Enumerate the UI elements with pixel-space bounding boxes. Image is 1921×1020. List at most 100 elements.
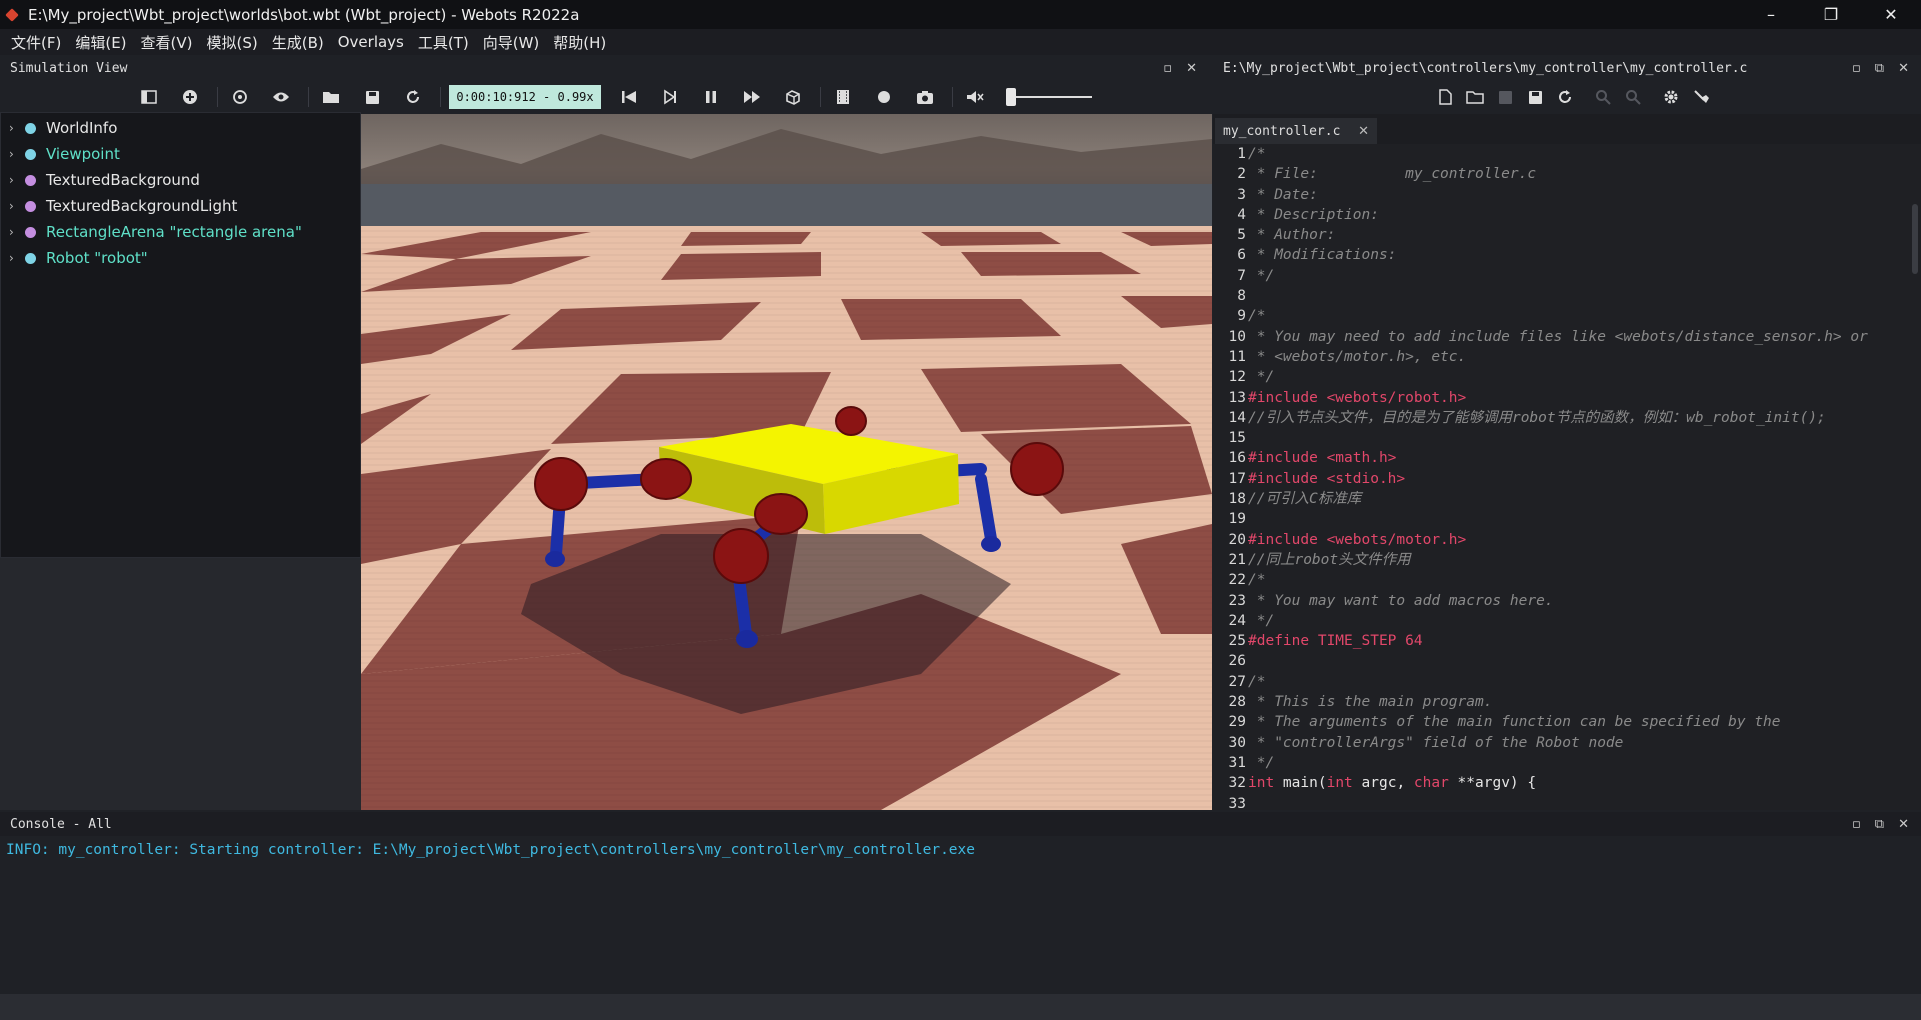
line-number: 23: [1228, 592, 1246, 609]
find-icon[interactable]: [1591, 85, 1615, 109]
window-title: E:\My_project\Wbt_project\worlds\bot.wbt…: [28, 5, 580, 24]
eye-icon[interactable]: [267, 85, 295, 109]
expand-arrow-icon[interactable]: ›: [9, 121, 25, 135]
render-toggle-icon[interactable]: [779, 85, 807, 109]
close-window-button[interactable]: ✕: [1861, 0, 1921, 29]
code-token: #include <math.h>: [1248, 450, 1397, 467]
expand-arrow-icon[interactable]: ›: [9, 251, 25, 265]
scene-tree: › WorldInfo › Viewpoint › TexturedBackgr…: [0, 112, 361, 558]
code-line: 19: [1213, 509, 1909, 529]
tree-item-worldinfo[interactable]: › WorldInfo: [1, 115, 360, 141]
record-icon[interactable]: [870, 85, 898, 109]
line-number: 28: [1228, 694, 1246, 711]
code-line: 31 */: [1213, 753, 1909, 773]
menu-edit[interactable]: 编辑(E): [68, 32, 133, 53]
open-world-icon[interactable]: [317, 85, 345, 109]
save-world-icon[interactable]: [358, 85, 386, 109]
tree-item-rectanglearena[interactable]: › RectangleArena "rectangle arena": [1, 219, 360, 245]
line-number: 9: [1237, 308, 1246, 325]
fast-forward-icon[interactable]: [738, 85, 766, 109]
code-line: 11 * <webots/motor.h>, etc.: [1213, 347, 1909, 367]
close-dock-icon[interactable]: ✕: [1898, 817, 1909, 832]
replace-icon[interactable]: [1621, 85, 1645, 109]
code-token: int: [1326, 775, 1353, 792]
line-number: 1: [1237, 146, 1246, 162]
code-token: * <webots/motor.h>, etc.: [1248, 348, 1467, 365]
tree-item-texturedbackground[interactable]: › TexturedBackground: [1, 167, 360, 193]
new-file-icon[interactable]: [1433, 85, 1457, 109]
open-file-icon[interactable]: [1463, 85, 1487, 109]
proto-dot-icon: [25, 174, 36, 186]
float-dock-icon[interactable]: ▫: [1852, 61, 1861, 76]
maximize-dock-icon[interactable]: ⧉: [1875, 61, 1884, 76]
revert-file-icon[interactable]: [1553, 85, 1577, 109]
code-line: 15: [1213, 428, 1909, 448]
close-dock-icon[interactable]: ✕: [1898, 61, 1909, 76]
code-line: 14//引入节点头文件，目的是为了能够调用robot节点的函数，例如：wb_ro…: [1213, 408, 1909, 428]
code-editor[interactable]: 1/* 2 * File: my_controller.c 3 * Date: 4 *…: [1213, 144, 1909, 810]
menu-help[interactable]: 帮助(H): [546, 32, 613, 53]
simulation-dock-buttons: ▫ ✕: [1163, 56, 1197, 80]
menu-bar: 文件(F) 编辑(E) 查看(V) 模拟(S) 生成(B) Overlays 工…: [0, 29, 1921, 55]
menu-overlays[interactable]: Overlays: [331, 33, 411, 51]
line-number: 2: [1237, 166, 1246, 183]
code-token: * The arguments of the main function can…: [1248, 714, 1781, 731]
minimize-button[interactable]: –: [1741, 0, 1801, 29]
reset-view-icon[interactable]: [226, 85, 254, 109]
console-output[interactable]: INFO: my_controller: Starting controller…: [0, 836, 1921, 994]
tab-label: my_controller.c: [1223, 123, 1341, 139]
float-dock-icon[interactable]: ▫: [1852, 817, 1861, 832]
code-token: /*: [1248, 308, 1266, 325]
code-line: 5 * Author:: [1213, 225, 1909, 245]
code-token: */: [1248, 267, 1275, 284]
expand-arrow-icon[interactable]: ›: [9, 225, 25, 239]
close-tab-icon[interactable]: ✕: [1358, 124, 1369, 139]
line-number: 25: [1228, 633, 1246, 650]
toggle-scene-tree-icon[interactable]: [135, 85, 163, 109]
3d-scene-render[interactable]: [361, 114, 1212, 810]
scrollbar-thumb[interactable]: [1912, 204, 1918, 274]
node-dot-icon: [25, 252, 36, 264]
line-number: 20: [1228, 531, 1246, 548]
float-dock-icon[interactable]: ▫: [1163, 61, 1172, 76]
tab-my-controller[interactable]: my_controller.c ✕: [1215, 118, 1377, 144]
step-icon[interactable]: [656, 85, 684, 109]
code-token: * Modifications:: [1248, 247, 1397, 264]
save-all-icon[interactable]: [1523, 85, 1547, 109]
build-gear-icon[interactable]: [1659, 85, 1683, 109]
code-token: int: [1248, 775, 1275, 792]
code-line: 27/*: [1213, 672, 1909, 692]
menu-simulation[interactable]: 模拟(S): [200, 32, 265, 53]
menu-build[interactable]: 生成(B): [265, 32, 331, 53]
clean-broom-icon[interactable]: [1689, 85, 1713, 109]
restore-button[interactable]: ❐: [1801, 0, 1861, 29]
menu-file[interactable]: 文件(F): [4, 32, 68, 53]
3d-viewport[interactable]: [361, 114, 1212, 810]
add-node-icon[interactable]: [176, 85, 204, 109]
close-dock-icon[interactable]: ✕: [1186, 61, 1197, 76]
menu-view[interactable]: 查看(V): [134, 32, 200, 53]
code-token: #define TIME_STEP 64: [1248, 633, 1423, 650]
console-header: Console - All ▫ ⧉ ✕: [0, 812, 1921, 836]
expand-arrow-icon[interactable]: ›: [9, 147, 25, 161]
tree-item-viewpoint[interactable]: › Viewpoint: [1, 141, 360, 167]
code-token: * You may want to add macros here.: [1248, 592, 1554, 609]
maximize-dock-icon[interactable]: ⧉: [1875, 817, 1884, 832]
editor-scrollbar[interactable]: [1909, 144, 1921, 810]
reset-simulation-icon[interactable]: [615, 85, 643, 109]
save-file-icon[interactable]: [1493, 85, 1517, 109]
menu-tools[interactable]: 工具(T): [411, 32, 476, 53]
reload-world-icon[interactable]: [399, 85, 427, 109]
screenshot-icon[interactable]: [911, 85, 939, 109]
volume-slider-handle[interactable]: [1006, 88, 1016, 106]
sound-mute-icon[interactable]: [961, 85, 989, 109]
code-line: 8: [1213, 286, 1909, 306]
expand-arrow-icon[interactable]: ›: [9, 199, 25, 213]
record-movie-icon[interactable]: [829, 85, 857, 109]
menu-wizards[interactable]: 向导(W): [476, 32, 547, 53]
volume-slider[interactable]: [1006, 86, 1092, 108]
pause-icon[interactable]: [697, 85, 725, 109]
tree-item-robot[interactable]: › Robot "robot": [1, 245, 360, 271]
expand-arrow-icon[interactable]: ›: [9, 173, 25, 187]
tree-item-texturedbackgroundlight[interactable]: › TexturedBackgroundLight: [1, 193, 360, 219]
